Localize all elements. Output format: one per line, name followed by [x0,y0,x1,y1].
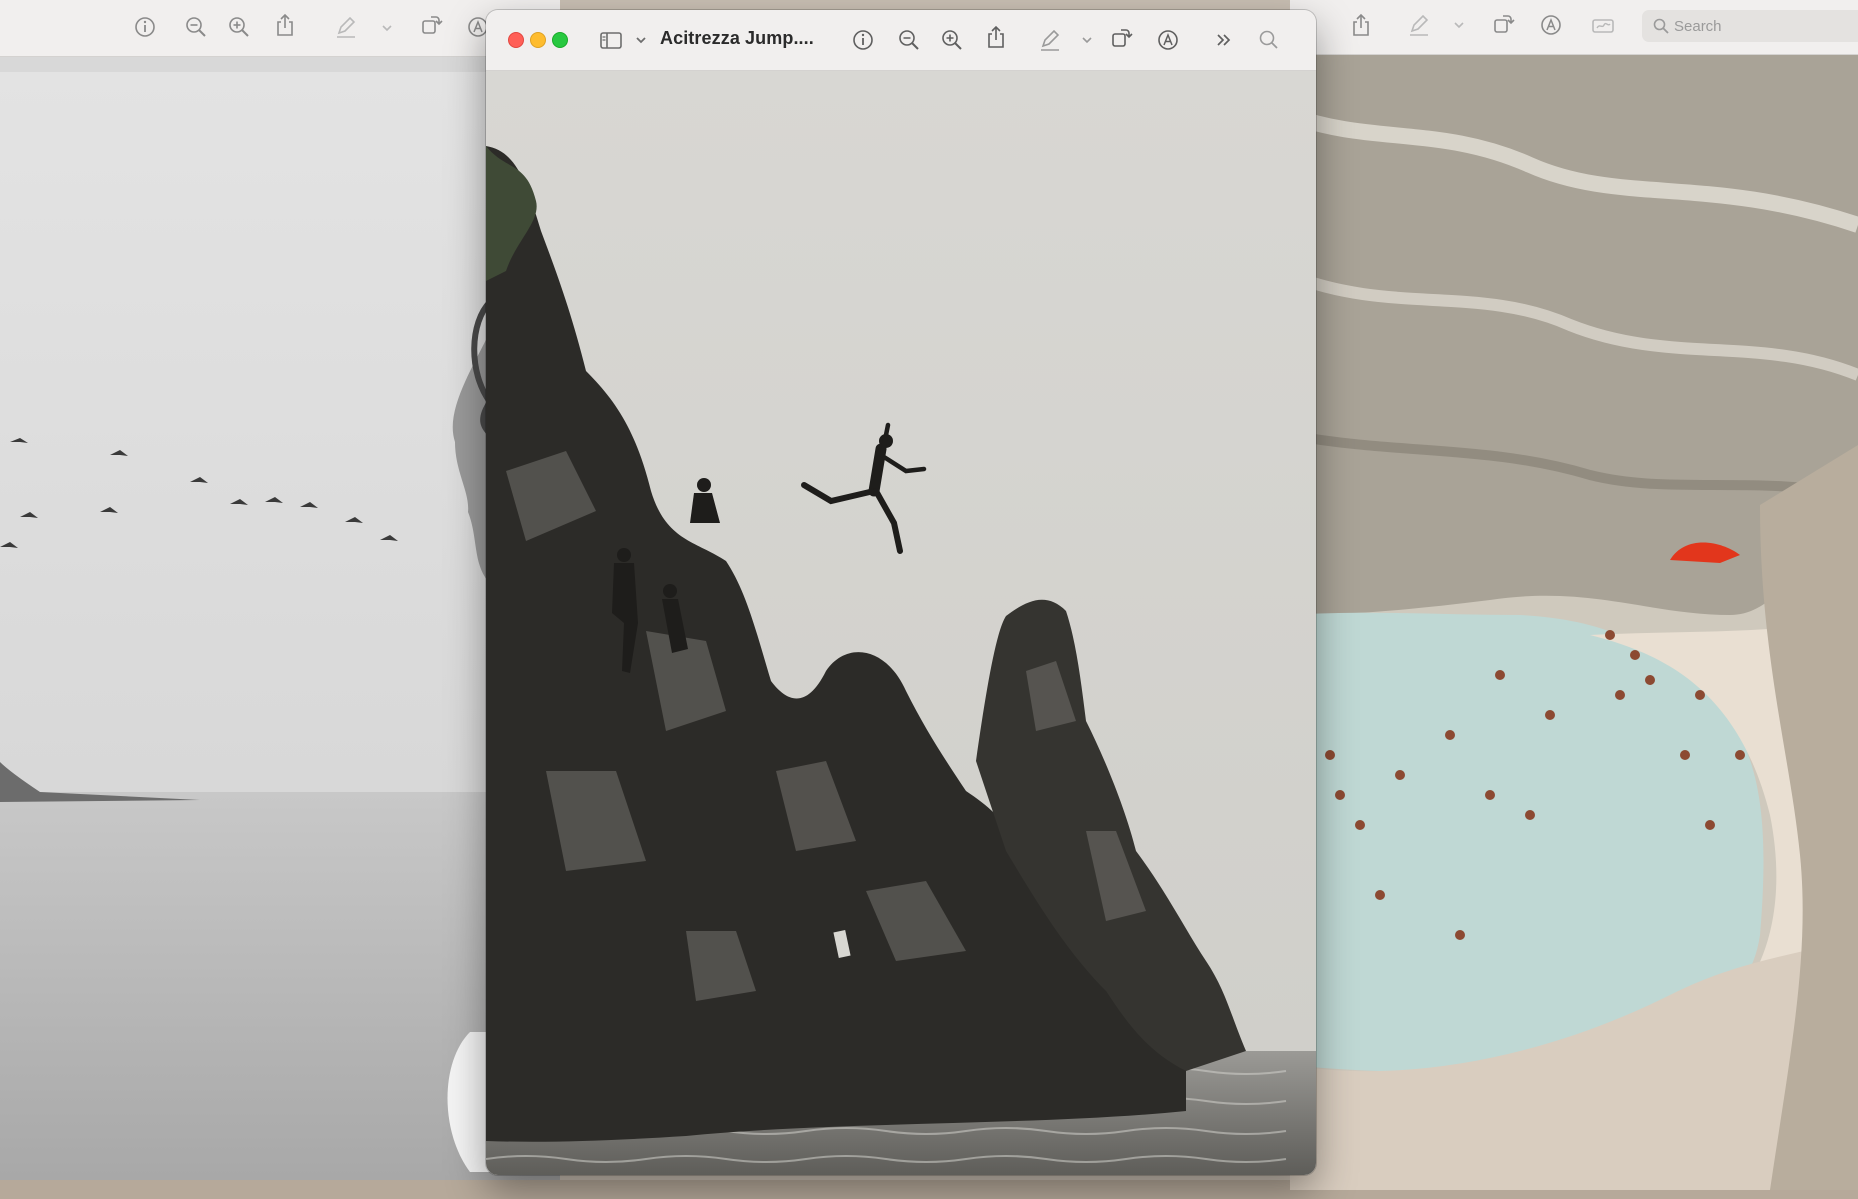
chevron-down-icon[interactable] [374,16,392,42]
rotate-icon[interactable] [1490,11,1516,37]
zoom-out-icon[interactable] [183,14,209,40]
sidebar-icon[interactable] [598,27,624,53]
window-toolbar: Search [1290,0,1858,55]
photo-aerial-beach [1290,55,1858,1190]
search-icon [1653,18,1669,34]
more-icon[interactable] [1211,27,1237,53]
rotate-icon[interactable] [1108,25,1134,51]
window-title: Acitrezza Jump.... [660,28,814,48]
info-icon[interactable] [850,27,876,53]
fullscreen-button[interactable] [552,32,568,48]
annotate-icon[interactable] [1155,27,1181,53]
signature-icon[interactable] [1590,12,1616,38]
zoom-in-icon[interactable] [226,14,252,40]
preview-window-left[interactable] [0,0,560,1180]
photo-portrait-birds [0,72,560,1180]
preview-window-front[interactable]: Acitrezza Jump.... [486,10,1316,1175]
minimize-button[interactable] [530,32,546,48]
markup-pen-icon[interactable] [1037,27,1063,53]
chevron-down-icon[interactable] [628,27,646,53]
close-button[interactable] [508,32,524,48]
share-icon[interactable] [983,24,1009,50]
search-icon[interactable] [1256,27,1282,53]
markup-pen-icon[interactable] [333,14,359,40]
share-icon[interactable] [1348,12,1374,38]
zoom-out-icon[interactable] [896,27,922,53]
preview-window-right[interactable]: Search [1290,0,1858,1190]
rotate-icon[interactable] [418,12,444,38]
markup-pen-icon[interactable] [1406,12,1432,38]
share-icon[interactable] [272,12,298,38]
search-placeholder: Search [1674,18,1722,35]
search-input[interactable]: Search [1642,10,1858,42]
info-icon[interactable] [132,14,158,40]
window-toolbar [0,0,560,57]
window-toolbar: Acitrezza Jump.... [486,10,1316,71]
zoom-in-icon[interactable] [939,27,965,53]
chevron-down-icon[interactable] [1446,13,1464,39]
photo-cliff-diving [486,71,1316,1175]
chevron-down-icon[interactable] [1074,27,1092,53]
annotate-icon[interactable] [1538,12,1564,38]
